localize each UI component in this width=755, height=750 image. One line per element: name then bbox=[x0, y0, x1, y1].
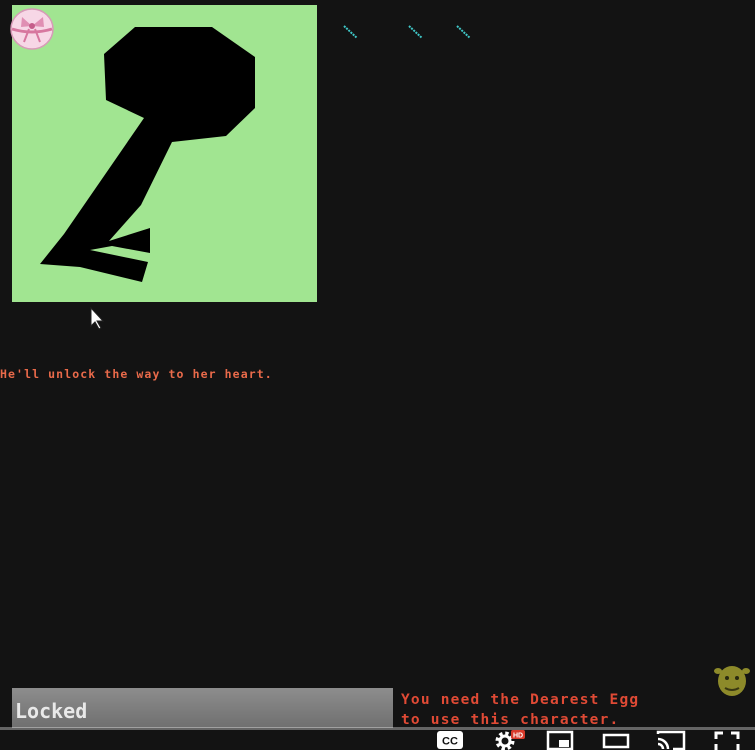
character-description: He'll unlock the way to her heart. bbox=[0, 367, 273, 381]
cc-label: CC bbox=[442, 736, 458, 748]
dash-mark-icon bbox=[408, 25, 423, 39]
fullscreen-icon bbox=[714, 731, 740, 750]
fullscreen-button[interactable] bbox=[713, 730, 741, 750]
settings-icon: HD bbox=[495, 730, 525, 750]
dash-mark-icon bbox=[343, 25, 358, 39]
miniplayer-icon bbox=[546, 730, 574, 750]
locked-label: Locked bbox=[15, 699, 88, 723]
cc-button[interactable]: CC bbox=[436, 730, 464, 750]
cast-button[interactable] bbox=[655, 730, 687, 750]
unlock-requirement-message: You need the Dearest Egg to use this cha… bbox=[401, 690, 639, 730]
cast-icon bbox=[656, 730, 686, 750]
settings-button[interactable]: HD bbox=[492, 730, 526, 750]
locked-button[interactable]: Locked bbox=[12, 688, 393, 728]
requirement-line-1: You need the Dearest Egg bbox=[401, 692, 640, 708]
cc-icon: CC bbox=[437, 731, 463, 749]
theater-mode-icon bbox=[602, 733, 630, 749]
ogre-watermark-icon[interactable] bbox=[711, 657, 753, 699]
miniplayer-button[interactable] bbox=[546, 730, 574, 750]
egg-with-bow-icon bbox=[10, 8, 54, 50]
hd-badge: HD bbox=[513, 733, 523, 740]
mouse-cursor-icon bbox=[90, 306, 105, 330]
dash-mark-icon bbox=[456, 25, 471, 39]
video-player-controls: CC HD bbox=[0, 730, 755, 750]
theater-mode-button[interactable] bbox=[602, 730, 630, 750]
